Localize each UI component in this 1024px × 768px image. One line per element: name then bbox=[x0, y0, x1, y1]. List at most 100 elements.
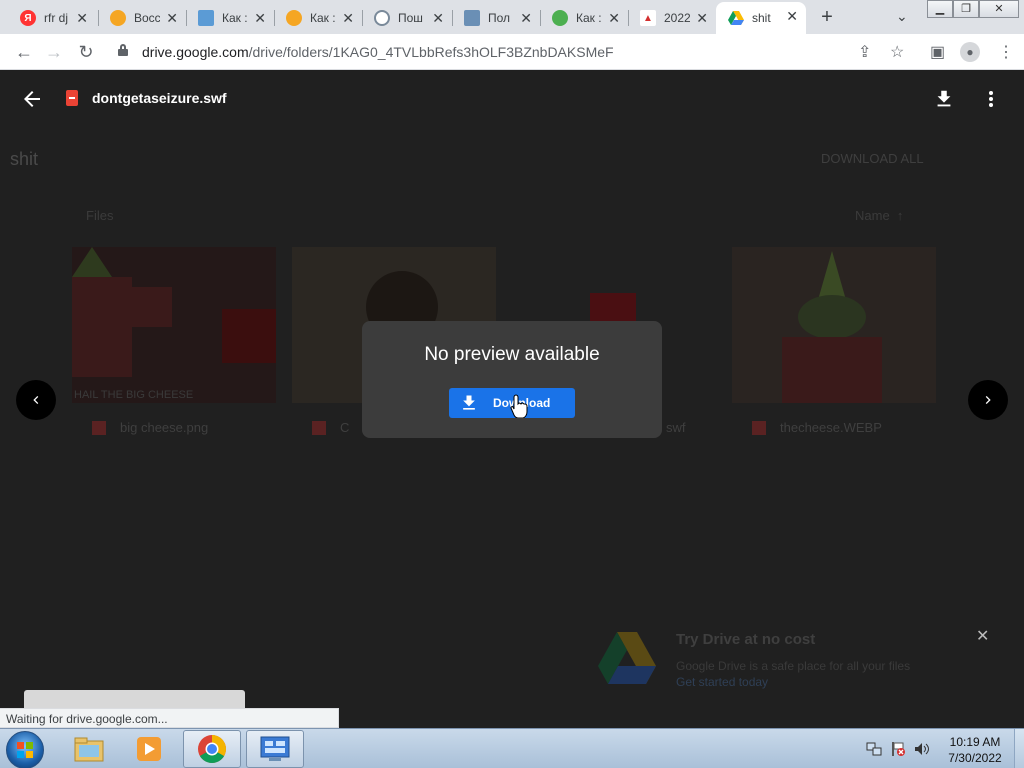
file-name-row[interactable]: thecheese.WEBP bbox=[752, 420, 882, 435]
share-icon[interactable]: ⇪ bbox=[858, 42, 871, 62]
tab-active-drive[interactable]: shit ✕ bbox=[716, 2, 806, 34]
status-bubble: Waiting for drive.google.com... bbox=[0, 708, 339, 728]
orange-globe-icon bbox=[110, 10, 126, 26]
minimize-button[interactable]: ▁ bbox=[927, 0, 953, 18]
restore-button[interactable]: ❐ bbox=[953, 0, 979, 18]
url-text[interactable]: drive.google.com/drive/folders/1KAG0_4TV… bbox=[142, 44, 614, 60]
tab-3[interactable]: Как : ✕ bbox=[186, 4, 274, 32]
tab-search-chevron-icon[interactable]: ⌄ bbox=[896, 8, 908, 25]
viewer-header: dontgetaseizure.swf bbox=[0, 71, 1024, 127]
green-circle-icon bbox=[552, 10, 568, 26]
taskbar-chrome[interactable] bbox=[183, 730, 241, 768]
hand-cursor-icon bbox=[510, 394, 528, 418]
profile-avatar-icon[interactable]: ● bbox=[960, 42, 980, 62]
lock-icon[interactable] bbox=[118, 44, 128, 56]
viewer-file-name: dontgetaseizure.swf bbox=[92, 90, 227, 106]
image-file-icon bbox=[92, 420, 106, 435]
address-bar[interactable]: drive.google.com/drive/folders/1KAG0_4TV… bbox=[112, 38, 912, 66]
volume-icon[interactable] bbox=[914, 741, 930, 757]
tab-title: Как : bbox=[576, 11, 602, 25]
tab-5[interactable]: Пош ✕ bbox=[362, 4, 452, 32]
next-file-button[interactable] bbox=[968, 380, 1008, 420]
chevron-right-icon bbox=[985, 396, 991, 404]
tab-6[interactable]: Пол ✕ bbox=[452, 4, 540, 32]
promo-title: Try Drive at no cost bbox=[676, 631, 816, 648]
orange-globe-icon bbox=[286, 10, 302, 26]
google-drive-logo-icon bbox=[598, 632, 656, 684]
network-icon[interactable] bbox=[866, 741, 882, 757]
folder-title: shit bbox=[10, 149, 39, 169]
tab-title: Пол bbox=[488, 11, 511, 25]
media-player-icon bbox=[137, 737, 161, 761]
action-center-flag-icon[interactable] bbox=[890, 741, 906, 757]
star-icon[interactable]: ☆ bbox=[890, 42, 904, 62]
chevron-left-icon bbox=[33, 396, 39, 404]
windows-taskbar: 10:19 AM 7/30/2022 bbox=[0, 728, 1024, 768]
taskbar-control-panel[interactable] bbox=[246, 730, 304, 768]
tab-title: shit bbox=[752, 11, 771, 25]
tab-1[interactable]: Я rfr dj ✕ bbox=[8, 4, 96, 32]
reload-button[interactable]: ↻ bbox=[74, 40, 98, 64]
tab-7[interactable]: Как : ✕ bbox=[540, 4, 628, 32]
close-icon[interactable]: ✕ bbox=[520, 10, 532, 27]
drive-promo-card: Try Drive at no cost Google Drive is a s… bbox=[598, 628, 998, 698]
clock-date: 7/30/2022 bbox=[948, 751, 1002, 765]
file-name-row[interactable]: swf bbox=[666, 420, 686, 435]
download-icon[interactable] bbox=[933, 88, 955, 110]
close-icon[interactable]: ✕ bbox=[342, 10, 354, 27]
close-icon[interactable]: ✕ bbox=[254, 10, 266, 27]
file-type-icon bbox=[66, 90, 78, 106]
chrome-icon bbox=[198, 735, 226, 763]
tab-2[interactable]: Восс ✕ bbox=[98, 4, 186, 32]
taskbar-clock[interactable]: 10:19 AM 7/30/2022 bbox=[940, 734, 1010, 766]
google-drive-icon bbox=[728, 10, 744, 26]
tab-title: 2022 bbox=[664, 11, 690, 25]
file-name-row[interactable]: big cheese.png bbox=[92, 420, 208, 435]
control-panel-icon bbox=[260, 736, 290, 761]
more-options-icon[interactable] bbox=[986, 89, 996, 109]
start-button[interactable] bbox=[6, 731, 44, 768]
close-icon[interactable]: ✕ bbox=[76, 10, 88, 27]
file-name-row[interactable]: C bbox=[312, 420, 349, 435]
sort-name-button[interactable]: Name ↑ bbox=[855, 208, 903, 223]
close-icon[interactable]: ✕ bbox=[608, 10, 620, 27]
monitor-icon bbox=[198, 10, 214, 26]
adobe-icon: ▲ bbox=[640, 10, 656, 26]
new-tab-button[interactable]: + bbox=[816, 6, 838, 29]
download-icon bbox=[463, 395, 475, 410]
promo-get-started-link[interactable]: Get started today bbox=[676, 675, 768, 689]
image-file-icon bbox=[312, 420, 326, 435]
close-icon[interactable]: ✕ bbox=[166, 10, 178, 27]
no-preview-dialog: No preview available Download bbox=[362, 321, 662, 438]
close-icon[interactable]: ✕ bbox=[786, 8, 798, 25]
show-desktop-button[interactable] bbox=[1014, 729, 1024, 768]
close-icon[interactable]: ✕ bbox=[432, 10, 444, 27]
taskbar-explorer[interactable] bbox=[60, 730, 118, 768]
computer-icon bbox=[464, 10, 480, 26]
folder-icon bbox=[74, 737, 104, 762]
previous-file-button[interactable] bbox=[16, 380, 56, 420]
back-button[interactable]: ← bbox=[12, 40, 36, 64]
file-thumbnail[interactable] bbox=[732, 247, 936, 403]
tab-title: rfr dj bbox=[44, 11, 68, 25]
thumbnail-caption: HAIL THE BIG CHEESE bbox=[74, 389, 194, 401]
tab-title: Восс bbox=[134, 11, 160, 25]
file-thumbnail[interactable] bbox=[72, 247, 276, 403]
back-arrow-icon[interactable] bbox=[20, 87, 44, 111]
tab-strip: Я rfr dj ✕ Восс ✕ Как : ✕ Как : ✕ Пош ✕ … bbox=[0, 0, 1024, 34]
more-menu-icon[interactable]: ⋮ bbox=[998, 42, 1014, 62]
taskbar-media-player[interactable] bbox=[120, 730, 178, 768]
tab-title: Пош bbox=[398, 11, 423, 25]
promo-text: Google Drive is a safe place for all you… bbox=[676, 659, 911, 673]
close-icon[interactable]: ✕ bbox=[696, 10, 708, 27]
close-window-button[interactable]: ✕ bbox=[979, 0, 1019, 18]
yandex-icon: Я bbox=[20, 10, 36, 26]
side-panel-icon[interactable]: ▣ bbox=[930, 42, 945, 62]
download-all-button[interactable]: DOWNLOAD ALL bbox=[821, 151, 924, 166]
forward-button[interactable]: → bbox=[42, 40, 66, 64]
tab-title: Как : bbox=[310, 11, 336, 25]
files-label: Files bbox=[86, 208, 114, 223]
tab-4[interactable]: Как : ✕ bbox=[274, 4, 362, 32]
close-icon[interactable]: ✕ bbox=[976, 626, 989, 646]
tab-8[interactable]: ▲ 2022 ✕ bbox=[628, 4, 716, 32]
